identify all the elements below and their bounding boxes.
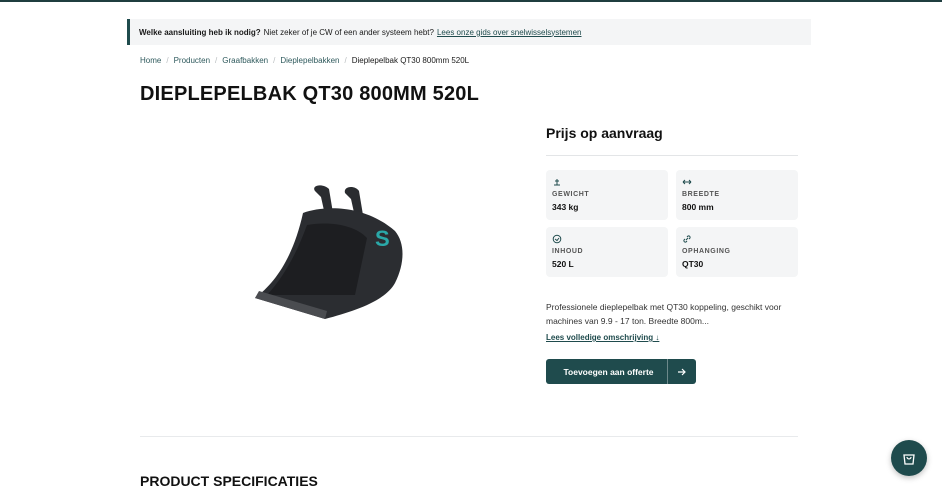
breadcrumb: Home / Producten / Graafbakken / Dieplep… [140, 56, 469, 65]
width-arrows-icon [682, 179, 692, 185]
volume-icon [552, 234, 562, 244]
svg-text:S: S [375, 226, 390, 251]
product-image[interactable]: S [245, 183, 415, 323]
price-label: Prijs op aanvraag [546, 125, 663, 141]
connection-notice: Welke aansluiting heb ik nodig? Niet zek… [127, 19, 811, 45]
spec-width: BREEDTE 800 mm [676, 170, 798, 220]
breadcrumb-dieplepelbakken[interactable]: Dieplepelbakken [280, 56, 339, 65]
spec-label: BREEDTE [682, 191, 720, 198]
arrow-right-icon [667, 359, 696, 384]
breadcrumb-separator: / [344, 56, 347, 65]
spec-value: 343 kg [552, 202, 579, 212]
spec-label: INHOUD [552, 248, 584, 255]
shopping-bag-icon [903, 454, 915, 465]
spec-label: GEWICHT [552, 191, 590, 198]
breadcrumb-home[interactable]: Home [140, 56, 161, 65]
notice-text: Niet zeker of je CW of een ander systeem… [263, 27, 434, 37]
breadcrumb-separator: / [215, 56, 218, 65]
page-title: DIEPLEPELBAK QT30 800MM 520L [140, 83, 480, 105]
breadcrumb-separator: / [166, 56, 169, 65]
spec-value: 800 mm [682, 202, 714, 212]
link-icon [683, 235, 691, 243]
guide-link[interactable]: Lees onze gids over snelwisselsystemen [437, 28, 582, 37]
notice-question: Welke aansluiting heb ik nodig? [139, 27, 261, 37]
spec-volume: INHOUD 520 L [546, 227, 668, 277]
section-divider [140, 436, 798, 437]
spec-value: QT30 [682, 259, 704, 269]
divider [546, 155, 798, 156]
breadcrumb-separator: / [273, 56, 276, 65]
add-to-quote-button[interactable]: Toevoegen aan offerte [546, 359, 696, 384]
product-description: Professionele dieplepelbak met QT30 kopp… [546, 302, 782, 326]
cart-button[interactable] [891, 440, 927, 476]
weight-icon [554, 179, 560, 186]
spec-mount: OPHANGING QT30 [676, 227, 798, 277]
spec-value: 520 L [552, 259, 574, 269]
add-to-quote-label: Toevoegen aan offerte [563, 366, 654, 377]
spec-weight: GEWICHT 343 kg [546, 170, 668, 220]
spec-label: OPHANGING [682, 248, 731, 255]
breadcrumb-producten[interactable]: Producten [174, 56, 210, 65]
top-border [0, 0, 942, 2]
breadcrumb-current: Dieplepelbak QT30 800mm 520L [351, 56, 470, 65]
read-more-link[interactable]: Lees volledige omschrijving ↓ [546, 333, 659, 342]
breadcrumb-graafbakken[interactable]: Graafbakken [222, 56, 268, 65]
